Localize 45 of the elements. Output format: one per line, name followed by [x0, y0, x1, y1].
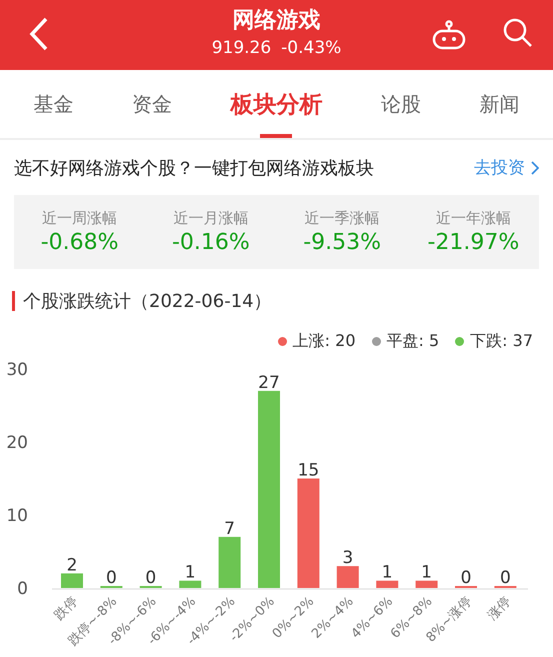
page-title: 网络游戏 [232, 7, 320, 35]
legend-label: 上涨: 20 [292, 330, 356, 352]
axis-tick-label: 20 [6, 433, 28, 453]
tab[interactable]: 基金 [25, 70, 82, 138]
stat-value: -21.97% [427, 229, 520, 257]
stat-label: 近一月涨幅 [173, 208, 248, 229]
bar-value-label: 0 [145, 568, 156, 588]
stat-value: -0.68% [40, 229, 119, 257]
bar-value-label: 7 [224, 518, 236, 539]
stat-label: 近一周涨幅 [42, 208, 118, 229]
legend-label: 下跌: 37 [470, 330, 533, 352]
bar-value-label: 1 [382, 562, 393, 583]
search-icon[interactable] [503, 18, 533, 48]
chevron-icon [531, 160, 539, 174]
axis-label: 跌停 [52, 594, 81, 624]
promo-text: 选不好网络游戏个股？一键打包网络游戏板块 [14, 156, 374, 180]
bar-value-label: 0 [500, 568, 511, 588]
tab[interactable]: 新闻 [472, 70, 528, 138]
stat-value: -0.16% [172, 229, 250, 257]
tab[interactable]: 论股 [373, 70, 430, 138]
axis-tick-label: 0 [17, 579, 28, 599]
bar-value-label: 2 [66, 555, 78, 576]
invest-link[interactable]: 去投资 [474, 156, 539, 179]
robot-icon[interactable] [432, 20, 466, 50]
change-percent: -0.43% [281, 37, 342, 60]
section-marker [12, 291, 15, 311]
bar-value-label: 3 [342, 548, 354, 568]
section-title: 个股涨跌统计（2022-06-14） [23, 290, 272, 313]
tab[interactable]: 资金 [124, 70, 180, 138]
axis-tick-label: 30 [6, 360, 28, 380]
stat-value: -9.53% [303, 229, 382, 257]
back-icon[interactable] [28, 17, 50, 51]
bar-value-label: 15 [298, 460, 320, 480]
bar-value-label: 0 [460, 568, 472, 588]
stat-label: 近一季涨幅 [304, 208, 380, 229]
legend-label: 平盘: 5 [386, 330, 440, 352]
bar-value-label: 1 [184, 562, 196, 583]
bar-value-label: 27 [258, 372, 280, 393]
bar-value-label: 1 [421, 562, 432, 583]
axis-label: 涨停 [485, 594, 514, 624]
tab[interactable]: 板块分析 [222, 70, 330, 138]
axis-tick-label: 10 [6, 506, 28, 526]
index-value: 919.26 [212, 37, 272, 60]
bar-value-label: 0 [106, 568, 117, 588]
stat-label: 近一年涨幅 [436, 208, 511, 229]
